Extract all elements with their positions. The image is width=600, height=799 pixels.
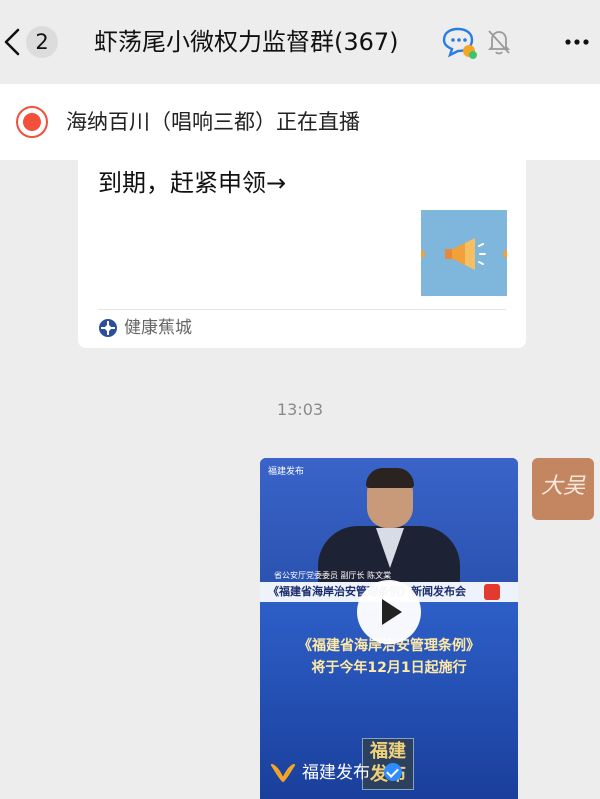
video-message[interactable]: 福建发布 省公安厅党委委员 副厅长 陈文棠 《福建省海岸治安管理条例》新闻发布会… — [260, 458, 518, 799]
verified-badge-icon — [384, 763, 402, 781]
article-title: 到期，赶紧申领→ — [98, 169, 287, 197]
play-button-icon[interactable] — [357, 580, 421, 644]
card-divider — [98, 309, 506, 310]
video-headline-2: 将于今年12月1日起施行 — [311, 660, 467, 676]
unread-count-badge[interactable]: 2 — [26, 26, 58, 58]
chat-title: 虾荡尾小微权力监督群(367) — [94, 28, 399, 56]
article-thumbnail — [421, 210, 507, 296]
video-logo: 福建发布 — [268, 467, 305, 477]
live-record-icon — [16, 106, 48, 138]
video-banner-badge — [484, 584, 500, 600]
source-logo-icon — [98, 318, 118, 338]
message-timestamp: 13:03 — [276, 400, 324, 419]
chat-bubble-icon[interactable] — [440, 26, 478, 60]
article-source: 健康蕉城 — [124, 318, 192, 338]
avatar[interactable]: 大吴 — [532, 458, 594, 520]
channels-logo-icon — [270, 763, 296, 783]
video-source: 福建发布 — [302, 763, 370, 783]
speaker-hair — [366, 468, 414, 488]
avatar-text: 大吴 — [540, 474, 585, 499]
speaker-caption: 省公安厅党委委员 副厅长 陈文棠 — [274, 571, 392, 580]
megaphone-icon — [445, 238, 486, 270]
mute-bell-icon[interactable] — [486, 28, 512, 56]
live-banner-text[interactable]: 海纳百川（唱响三都）正在直播 — [66, 104, 360, 140]
more-icon[interactable] — [556, 32, 596, 52]
article-card[interactable]: 到期，赶紧申领→ 健康蕉城 — [78, 160, 526, 348]
